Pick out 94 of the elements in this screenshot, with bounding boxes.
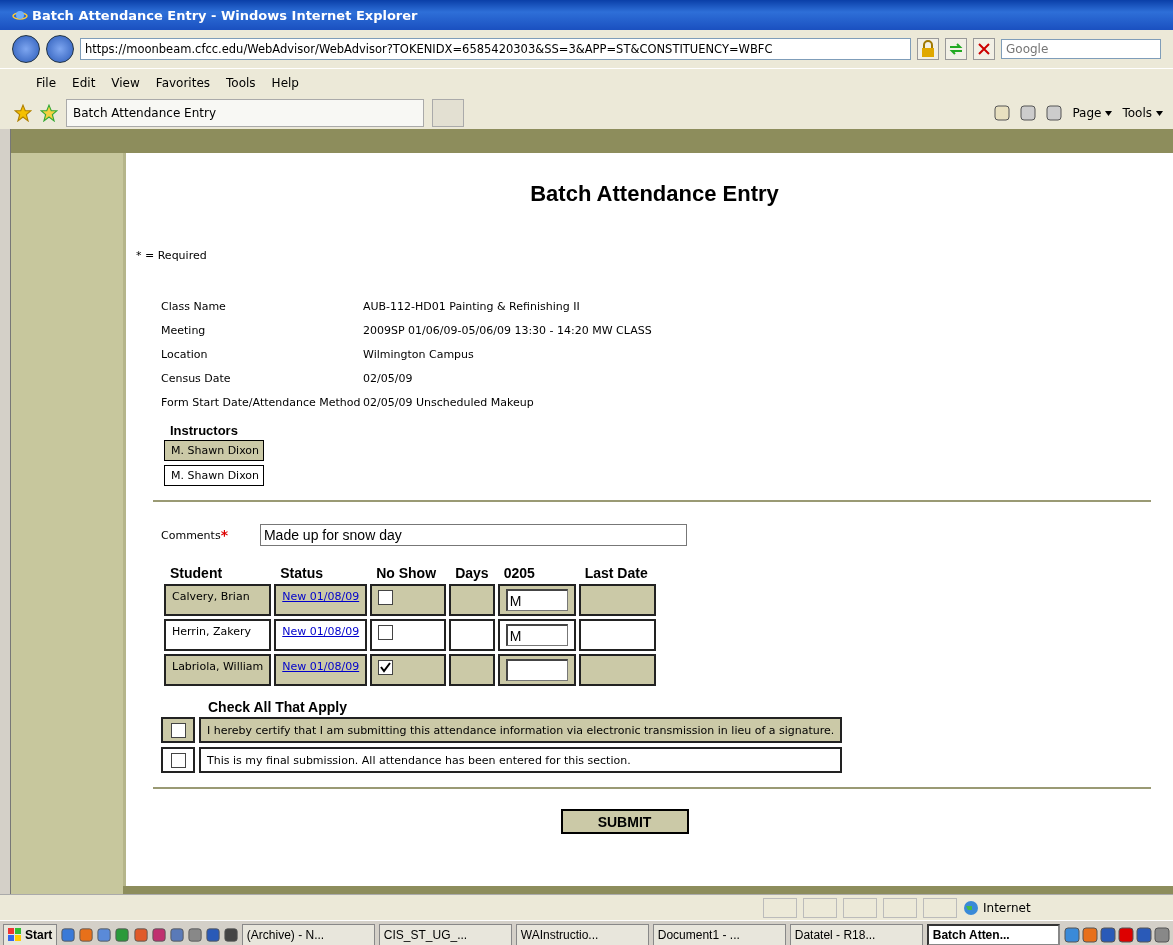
start-button[interactable]: Start [3, 923, 58, 945]
required-note: * = Required [136, 249, 208, 262]
app-icon[interactable] [205, 926, 220, 943]
app-icon[interactable] [79, 926, 94, 943]
instructor-name: M. Shawn Dixon [164, 440, 264, 461]
detail-value: Wilmington Campus [363, 348, 475, 361]
detail-label: Class Name [161, 300, 227, 313]
tray-icon[interactable] [1118, 926, 1134, 943]
globe-icon [963, 899, 979, 916]
app-icon[interactable] [223, 926, 238, 943]
attendance-field[interactable]: M [505, 624, 568, 646]
app-icon[interactable] [61, 926, 76, 943]
app-icon[interactable] [187, 926, 202, 943]
command-button[interactable]: Tools [1122, 106, 1163, 120]
app-icon[interactable] [115, 926, 130, 943]
certification-text: I hereby certify that I am submitting this attendance information via electronic transmission in lieu of a signature. [199, 717, 843, 743]
detail-value: 02/05/09 [363, 372, 414, 385]
window-title: Batch Attendance Entry - Windows Internet Explorer [32, 7, 418, 23]
menu-item[interactable]: Edit [64, 76, 104, 90]
attendance-field[interactable] [505, 659, 568, 681]
column-header: Last Date [583, 565, 649, 581]
address-field[interactable]: https://moonbeam.cfcc.edu/WebAdvisor/WebAdvisor?TOKENIDX=6585420303&SS=3&APP=ST&CONSTITUENCY=WBFC [80, 38, 911, 60]
app-icon[interactable] [133, 926, 148, 943]
detail-label: Location [161, 348, 209, 361]
app-icon[interactable] [169, 926, 184, 943]
tray-icon[interactable] [1082, 926, 1098, 943]
menu-item[interactable]: Help [263, 76, 307, 90]
comments-field[interactable]: Made up for snow day [259, 524, 687, 546]
back-button[interactable] [12, 35, 40, 63]
certification-text: This is my final submission. All attendance has been entered for this section. [199, 747, 843, 773]
forward-button[interactable] [46, 35, 74, 63]
tray-icon[interactable] [1064, 926, 1080, 943]
taskbar-button[interactable]: Datatel - R18... [789, 923, 923, 945]
attendance-field[interactable]: M [505, 589, 568, 611]
table-cell [449, 584, 495, 616]
table-cell [449, 654, 495, 686]
student-cell: Labriola, William [164, 654, 272, 686]
tray-icon[interactable] [1136, 926, 1152, 943]
instructor-name: M. Shawn Dixon [164, 465, 264, 486]
taskbar-button[interactable]: WAInstructio... [515, 923, 649, 945]
status-pane [883, 897, 917, 918]
status-pane [803, 897, 837, 918]
taskbar-button[interactable]: (Archive) - N... [241, 923, 375, 945]
instructors-heading: Instructors [170, 423, 239, 438]
column-header: No Show [375, 565, 438, 581]
taskbar-button[interactable]: Document1 - ... [652, 923, 786, 945]
refresh-icon[interactable] [945, 38, 967, 60]
detail-value: AUB-112-HD01 Painting & Refinishing II [363, 300, 581, 313]
command-button[interactable]: Page [1072, 106, 1113, 120]
column-header: Student [169, 565, 224, 581]
student-cell: Calvery, Brian [164, 584, 272, 616]
menu-item[interactable]: Tools [218, 76, 264, 90]
star-icon[interactable] [14, 104, 32, 122]
column-header: Days [454, 565, 490, 581]
detail-value: 2009SP 01/06/09-05/06/09 13:30 - 14:20 MW CLASS [363, 324, 653, 337]
caret-icon [1156, 110, 1163, 116]
menu-item[interactable]: File [28, 76, 65, 90]
checkbox[interactable] [170, 752, 186, 768]
lock-icon[interactable] [917, 38, 939, 60]
detail-label: Form Start Date/Attendance Method [161, 396, 362, 409]
caret-icon [1105, 110, 1113, 116]
taskbar-button[interactable]: Batch Atten... [926, 923, 1060, 945]
app-icon[interactable] [97, 926, 112, 943]
search-field[interactable]: Google [1001, 39, 1161, 59]
checkbox[interactable] [378, 660, 394, 675]
status-pane [763, 897, 797, 918]
tray-icon[interactable] [1100, 926, 1116, 943]
status-pane [843, 897, 877, 918]
close-icon[interactable] [973, 38, 995, 60]
security-zone: Internet [983, 900, 1031, 915]
menu-item[interactable]: View [103, 76, 148, 90]
detail-label: Census Date [161, 372, 232, 385]
app-icon[interactable] [151, 926, 166, 943]
comments-label: Comments [161, 528, 221, 542]
section-heading: Check All That Apply [208, 699, 348, 715]
detail-value: 02/05/09 Unscheduled Makeup [363, 396, 535, 409]
column-header: 0205 [502, 565, 536, 581]
taskbar-button[interactable]: CIS_ST_UG_... [378, 923, 512, 945]
menu-item[interactable]: Favorites [147, 76, 219, 90]
windows-logo-icon [8, 927, 22, 942]
page-title: Batch Attendance Entry [529, 181, 780, 207]
status-pane [923, 897, 957, 918]
checkbox[interactable] [378, 625, 394, 640]
student-cell: Herrin, Zakery [164, 619, 272, 651]
column-header: Status [279, 565, 325, 581]
browser-tab[interactable]: Batch Attendance Entry [66, 99, 424, 127]
tray-icon[interactable] [1154, 926, 1170, 943]
checkbox[interactable] [170, 722, 186, 738]
add-star-icon[interactable] [40, 104, 58, 122]
required-mark: * [220, 527, 228, 543]
checkbox[interactable] [378, 590, 394, 605]
table-cell [449, 619, 495, 651]
submit-button[interactable]: SUBMIT [560, 809, 689, 834]
detail-label: Meeting [161, 324, 207, 337]
